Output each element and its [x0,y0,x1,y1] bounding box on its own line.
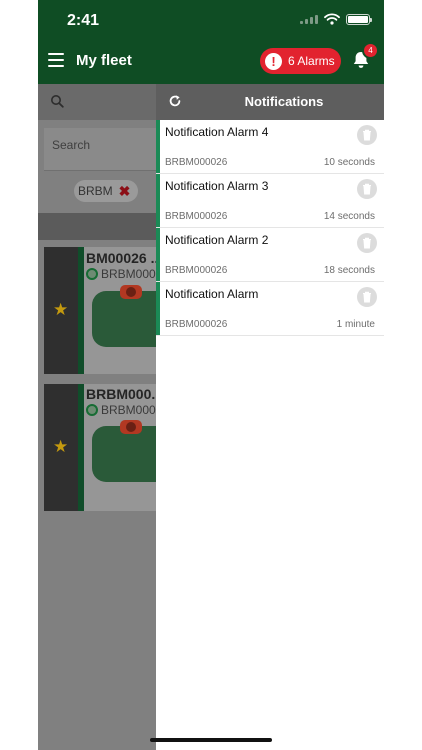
search-bar [38,84,156,120]
robot-card: ★ BRBM000... BRBM000 [44,384,156,511]
status-time: 2:41 [67,12,100,29]
robot-serial-text: BRBM000 [101,267,156,281]
wifi-icon [324,13,340,25]
delete-notification-button[interactable] [357,233,377,253]
notification-title: Notification Alarm 2 [165,233,269,247]
notification-time: 10 seconds [323,157,375,168]
star-icon: ★ [53,300,69,319]
robot-serial: BRBM000 [86,267,156,281]
notification-time: 14 seconds [323,211,375,222]
notification-time: 1 minute [336,319,375,330]
signal-icon [300,14,318,24]
mower-image [92,285,156,347]
status-icons [300,13,372,25]
notification-item[interactable]: Notification Alarm 4 BRBM000026 10 secon… [156,120,384,174]
gps-icon [86,404,98,416]
mower-image [92,420,156,482]
notifications-title: Notifications [244,94,324,109]
trash-icon [363,291,371,303]
notification-serial: BRBM000026 [165,157,228,168]
delete-notification-button[interactable] [357,287,377,307]
list-header [38,213,156,240]
notification-count-badge: 4 [362,42,379,59]
notification-item[interactable]: Notification Alarm 3 BRBM000026 14 secon… [156,174,384,228]
menu-icon[interactable] [48,53,64,67]
notifications-button[interactable]: 4 [351,42,379,72]
star-icon: ★ [53,437,69,456]
alert-icon: ! [265,52,282,70]
notifications-header: Notifications [156,84,384,120]
notification-title: Notification Alarm 4 [165,125,269,139]
notification-item[interactable]: Notification Alarm 2 BRBM000026 18 secon… [156,228,384,282]
notification-serial: BRBM000026 [165,319,228,330]
gps-icon [86,268,98,280]
notification-item[interactable]: Notification Alarm BRBM000026 1 minute [156,282,384,336]
notification-title: Notification Alarm 3 [165,179,269,193]
robot-serial: BRBM000 [86,403,156,417]
page-title: My fleet [76,52,132,69]
notification-serial: BRBM000026 [165,265,228,276]
search-input: Search [52,138,91,152]
app-bar: 2:41 My fleet ! 6 Alarms 4 [38,0,384,84]
notification-title: Notification Alarm [165,287,259,301]
delete-notification-button[interactable] [357,125,377,145]
trash-icon [363,129,371,141]
app-screen: 2:41 My fleet ! 6 Alarms 4 Search BRBM ✖… [38,0,384,750]
robot-code: BRBM000... [86,386,156,402]
home-indicator[interactable] [150,738,272,742]
trash-icon [363,237,371,249]
notification-time: 18 seconds [323,265,375,276]
battery-icon [346,13,372,25]
trash-icon [363,183,371,195]
robot-card: ★ BM00026 ... BRBM000 [44,247,156,374]
search-icon [51,95,64,108]
alarms-button[interactable]: ! 6 Alarms [260,48,341,74]
robot-serial-text: BRBM000 [101,403,156,417]
remove-filter-icon: ✖ [118,182,131,199]
alarms-label: 6 Alarms [288,54,335,68]
robot-code: BM00026 ... [86,250,156,266]
filter-chip: BRBM ✖ [74,180,138,202]
notification-serial: BRBM000026 [165,211,228,222]
notifications-panel: Notifications Notification Alarm 4 BRBM0… [156,84,384,750]
delete-notification-button[interactable] [357,179,377,199]
filter-chip-label: BRBM [78,184,113,198]
